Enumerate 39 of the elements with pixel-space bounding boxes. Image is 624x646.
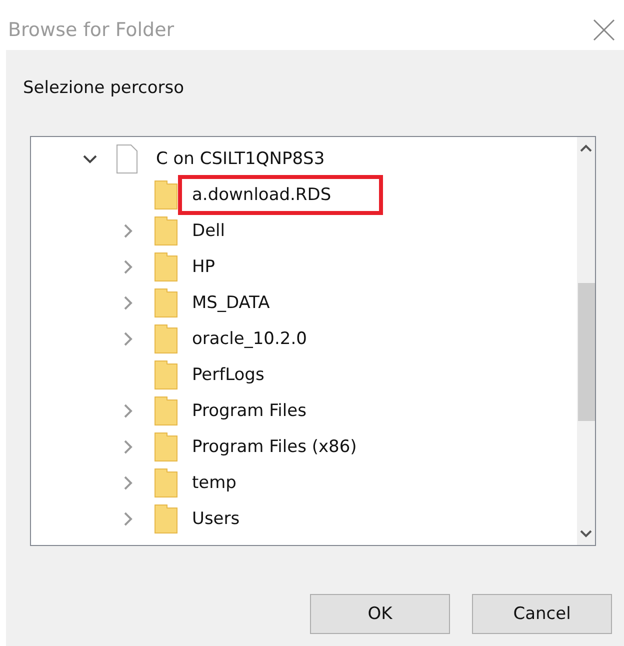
chevron-right-icon[interactable] — [123, 223, 133, 239]
dialog-button[interactable]: OK — [310, 594, 450, 634]
prompt-label: Selezione percorso — [23, 78, 184, 98]
tree-item[interactable]: oracle_10.2.0 — [182, 323, 355, 355]
tree-item[interactable]: Users — [182, 503, 288, 535]
tree-item[interactable]: Program Files — [182, 395, 354, 427]
chevron-right-icon[interactable] — [123, 511, 133, 527]
chevron-up-icon[interactable] — [579, 143, 593, 153]
chevron-right-icon[interactable] — [123, 403, 133, 419]
tree-item[interactable]: C on CSILT1QNP8S3 — [146, 143, 373, 175]
dialog-button[interactable]: Cancel — [472, 594, 612, 634]
tree-item[interactable]: MS_DATA — [182, 287, 318, 319]
chevron-right-icon[interactable] — [123, 259, 133, 275]
folder-icon — [154, 468, 178, 498]
scrollbar-thumb[interactable] — [578, 283, 594, 421]
document-icon — [116, 144, 138, 174]
folder-icon — [154, 504, 178, 534]
tree-item[interactable]: HP — [182, 251, 264, 283]
folder-icon — [154, 432, 178, 462]
tree-item[interactable]: Dell — [182, 215, 273, 247]
close-button[interactable] — [592, 18, 616, 42]
folder-icon — [154, 324, 178, 354]
chevron-right-icon[interactable] — [123, 439, 133, 455]
tree-item[interactable]: temp — [182, 467, 284, 499]
scrollbar[interactable] — [577, 137, 595, 545]
chevron-right-icon[interactable] — [123, 295, 133, 311]
folder-icon — [154, 360, 178, 390]
folder-icon — [154, 396, 178, 426]
folder-icon — [154, 252, 178, 282]
folder-icon — [154, 180, 178, 210]
folder-icon — [154, 216, 178, 246]
chevron-right-icon[interactable] — [123, 331, 133, 347]
chevron-right-icon[interactable] — [123, 475, 133, 491]
folder-icon — [154, 288, 178, 318]
window-title: Browse for Folder — [8, 19, 174, 41]
tree-item[interactable]: Program Files (x86) — [182, 431, 405, 463]
chevron-down-icon[interactable] — [579, 529, 593, 539]
chevron-down-icon[interactable] — [82, 154, 98, 164]
tree-item[interactable]: PerfLogs — [182, 359, 312, 391]
